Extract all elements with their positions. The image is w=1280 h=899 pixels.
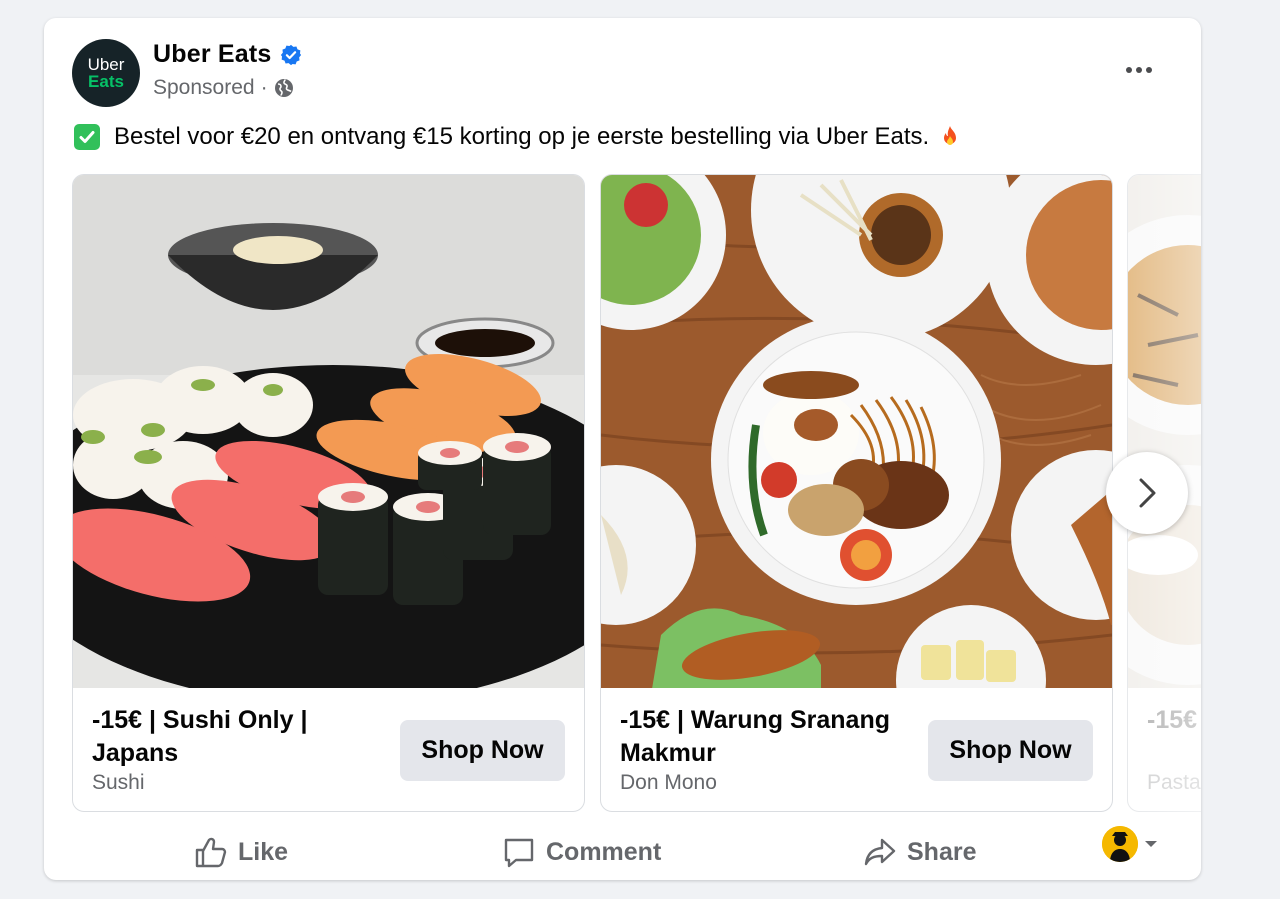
check-mark-icon: [74, 124, 100, 150]
verified-badge-icon: [280, 44, 301, 65]
sushi-image[interactable]: [73, 175, 584, 688]
post-actions-bar: Like Comment Share: [44, 824, 1201, 880]
comment-icon: [504, 838, 534, 868]
carousel-next-button[interactable]: [1106, 452, 1188, 534]
like-label[interactable]: Like: [238, 838, 288, 867]
carousel-card-sushi[interactable]: -15€ | Sushi Only | Japans Sushi Shop No…: [72, 174, 585, 812]
card-title[interactable]: -15€ Pepe: [1147, 704, 1201, 737]
shop-now-button[interactable]: Shop Now: [400, 720, 565, 781]
logo-text-uber: Uber: [87, 55, 125, 74]
page-name-text[interactable]: Uber Eats: [153, 40, 272, 69]
comment-button[interactable]: Comment: [502, 824, 661, 880]
share-button[interactable]: Share: [863, 824, 976, 880]
chevron-right-icon: [1139, 478, 1156, 508]
card-subtitle: Sushi: [92, 771, 145, 794]
dropdown-caret-icon: [1145, 841, 1157, 847]
carousel-card-warung[interactable]: -15€ | Warung Sranang Makmur Don Mono Sh…: [600, 174, 1113, 812]
more-options-icon[interactable]: [1119, 58, 1159, 82]
page-name[interactable]: Uber Eats: [153, 40, 302, 69]
share-label[interactable]: Share: [907, 838, 976, 867]
indonesian-food-image[interactable]: [601, 175, 1112, 688]
uber-eats-avatar[interactable]: Uber Eats: [72, 39, 140, 107]
meta-separator: ·: [260, 76, 268, 99]
post-caption: Bestel voor €20 en ontvang €15 korting o…: [74, 123, 963, 151]
like-button[interactable]: Like: [194, 824, 288, 880]
sponsored-post: Uber Eats Uber Eats Sponsored · Bestel v…: [44, 18, 1201, 880]
card-subtitle: Don Mono: [620, 771, 717, 794]
pasta-image[interactable]: [1128, 175, 1201, 688]
like-icon: [195, 837, 227, 868]
profile-avatar: [1102, 826, 1138, 862]
sponsored-label[interactable]: Sponsored: [153, 76, 255, 100]
globe-icon: [274, 79, 293, 97]
post-meta: Sponsored ·: [153, 76, 294, 100]
profile-selector[interactable]: [1102, 826, 1158, 862]
comment-label[interactable]: Comment: [546, 838, 661, 867]
card-title[interactable]: -15€ | Warung Sranang Makmur: [620, 704, 900, 770]
share-icon: [864, 838, 896, 866]
card-subtitle: Pasta: [1147, 771, 1201, 794]
caption-text: Bestel voor €20 en ontvang €15 korting o…: [114, 123, 930, 150]
fire-icon: [944, 126, 957, 145]
logo-text-eats: Eats: [88, 72, 124, 91]
shop-now-button[interactable]: Shop Now: [928, 720, 1093, 781]
card-title[interactable]: -15€ | Sushi Only | Japans: [92, 704, 372, 770]
